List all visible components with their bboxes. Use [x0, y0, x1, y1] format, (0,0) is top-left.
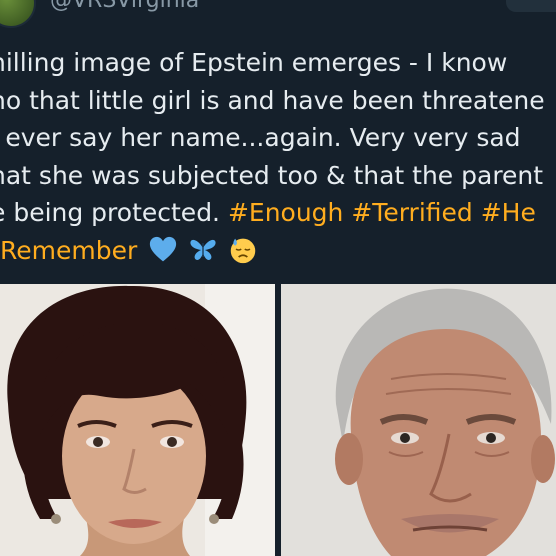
- hashtag-enough[interactable]: #Enough: [228, 198, 343, 227]
- avatar[interactable]: [0, 0, 36, 28]
- tweet-line-4: hat she was subjected too & that the par…: [0, 157, 556, 195]
- man-mugshot-illustration: [281, 284, 556, 556]
- woman-portrait-illustration: [0, 284, 275, 556]
- tweet-line-text: e being protected.: [0, 198, 228, 227]
- tweet-line-text: I ever say her name...again. Very very s…: [0, 123, 521, 152]
- tweet-line-text: hilling image of Epstein emerges - I kno…: [0, 48, 508, 77]
- tweet-line-text: ho that little girl is and have been thr…: [0, 85, 545, 115]
- hashtag-terrified[interactable]: #Terrified: [351, 198, 472, 227]
- sad-sweat-face-icon: [230, 238, 256, 263]
- tweet-line-2: ho that little girl is and have been thr…: [0, 82, 556, 120]
- tweet-line-6: Remember: [0, 232, 556, 270]
- tweet-text: hilling image of Epstein emerges - I kno…: [0, 44, 556, 269]
- tweet-card: @VRSVirginia hilling image of Epstein em…: [0, 0, 556, 556]
- butterfly-icon: [190, 239, 216, 260]
- hashtag-he[interactable]: #He: [481, 198, 536, 227]
- tweet-line-text: hat she was subjected too & that the par…: [0, 160, 544, 190]
- user-handle[interactable]: @VRSVirginia: [50, 0, 199, 13]
- man-mugshot-photo[interactable]: [281, 284, 556, 556]
- media-grid: [0, 284, 556, 556]
- blue-heart-icon: [150, 236, 177, 261]
- woman-portrait-photo[interactable]: [0, 284, 275, 556]
- tweet-line-3: I ever say her name...again. Very very s…: [0, 119, 556, 157]
- corner-tab: [506, 0, 556, 12]
- hashtag-remember[interactable]: Remember: [0, 236, 137, 265]
- tweet-line-1: hilling image of Epstein emerges - I kno…: [0, 44, 556, 82]
- tweet-line-5: e being protected. #Enough #Terrified #H…: [0, 194, 556, 232]
